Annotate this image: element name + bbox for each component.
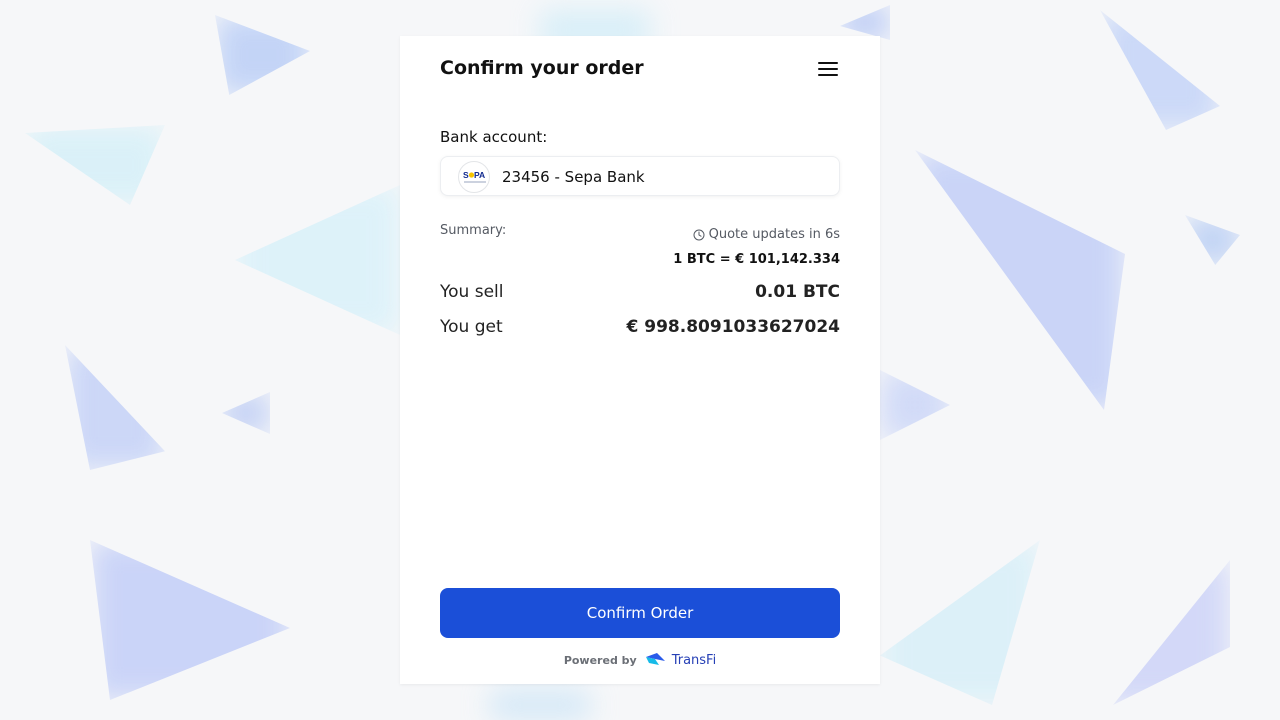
bank-account-selector[interactable]: S PA 23456 - Sepa Bank <box>440 156 840 196</box>
hamburger-menu-icon[interactable] <box>817 60 839 78</box>
svg-text:S: S <box>463 170 469 180</box>
sell-label: You sell <box>440 282 504 302</box>
order-confirmation-card: Confirm your order Bank account: S PA 23… <box>400 36 880 684</box>
clock-icon <box>693 229 705 241</box>
quote-timer-text: Quote updates in 6s <box>708 227 840 242</box>
sell-amount: 0.01 BTC <box>755 282 840 302</box>
powered-by-label: Powered by <box>563 653 637 667</box>
quote-timer: Quote updates in 6s <box>693 226 840 244</box>
selected-bank-account: 23456 - Sepa Bank <box>502 168 645 186</box>
exchange-rate: 1 BTC = € 101,142.334 <box>673 252 840 267</box>
bank-account-label: Bank account: <box>440 128 548 146</box>
page-title: Confirm your order <box>440 57 644 79</box>
get-amount: € 998.8091033627024 <box>626 317 840 337</box>
get-label: You get <box>440 317 503 337</box>
powered-by-footer: Powered by TransFi <box>400 650 880 670</box>
confirm-order-button[interactable]: Confirm Order <box>440 588 840 638</box>
transfi-brand-name: TransFi <box>671 652 717 668</box>
transfi-brand-link[interactable]: TransFi <box>645 651 717 670</box>
sepa-logo-icon: S PA <box>458 161 490 193</box>
svg-text:PA: PA <box>474 170 485 180</box>
transfi-logo-icon <box>645 651 667 670</box>
summary-label: Summary: <box>440 223 507 238</box>
